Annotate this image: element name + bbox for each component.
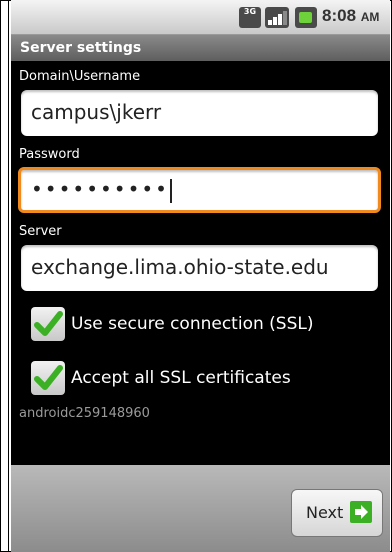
title-bar: Server settings: [11, 35, 390, 61]
password-field[interactable]: ••••••••••: [18, 167, 381, 213]
checkmark-icon: [34, 365, 63, 390]
checkmark-icon: [34, 311, 63, 336]
accept-certs-checkbox-label: Accept all SSL certificates: [71, 368, 291, 388]
battery-icon: [295, 7, 317, 28]
status-time: 8:08 AM: [322, 6, 380, 25]
settings-form: Domain\Username campus\jkerr Password ••…: [11, 61, 390, 447]
ssl-checkbox[interactable]: [31, 307, 65, 341]
server-field[interactable]: exchange.lima.ohio-state.edu: [21, 245, 378, 291]
frame-left: [0, 0, 1, 552]
3g-icon: 3G: [239, 7, 261, 28]
ssl-checkbox-label: Use secure connection (SSL): [71, 314, 314, 334]
ssl-checkbox-row[interactable]: Use secure connection (SSL): [31, 307, 371, 343]
accept-certs-checkbox-row[interactable]: Accept all SSL certificates: [31, 361, 371, 397]
text-caret: [169, 178, 172, 203]
server-label: Server: [19, 224, 62, 239]
status-bar: 3G 8:08 AM: [11, 0, 390, 35]
next-button[interactable]: Next: [291, 489, 383, 537]
signal-icon: [265, 7, 289, 28]
next-arrow-icon: [350, 501, 372, 523]
phone-screen: 3G 8:08 AM Server settings Domain\Userna…: [11, 0, 390, 552]
next-button-label: Next: [306, 503, 344, 522]
server-value: exchange.lima.ohio-state.edu: [31, 255, 329, 279]
password-value: ••••••••••: [31, 177, 172, 203]
domain-username-field[interactable]: campus\jkerr: [21, 90, 378, 136]
password-label: Password: [19, 147, 80, 162]
bottom-button-bar: Next: [11, 465, 390, 552]
domain-username-value: campus\jkerr: [31, 100, 162, 124]
accept-certs-checkbox[interactable]: [31, 361, 65, 395]
device-id: androidc259148960: [19, 406, 150, 421]
frame-inner-left: [8, 0, 9, 552]
page-title: Server settings: [20, 40, 142, 56]
domain-username-label: Domain\Username: [19, 69, 141, 84]
